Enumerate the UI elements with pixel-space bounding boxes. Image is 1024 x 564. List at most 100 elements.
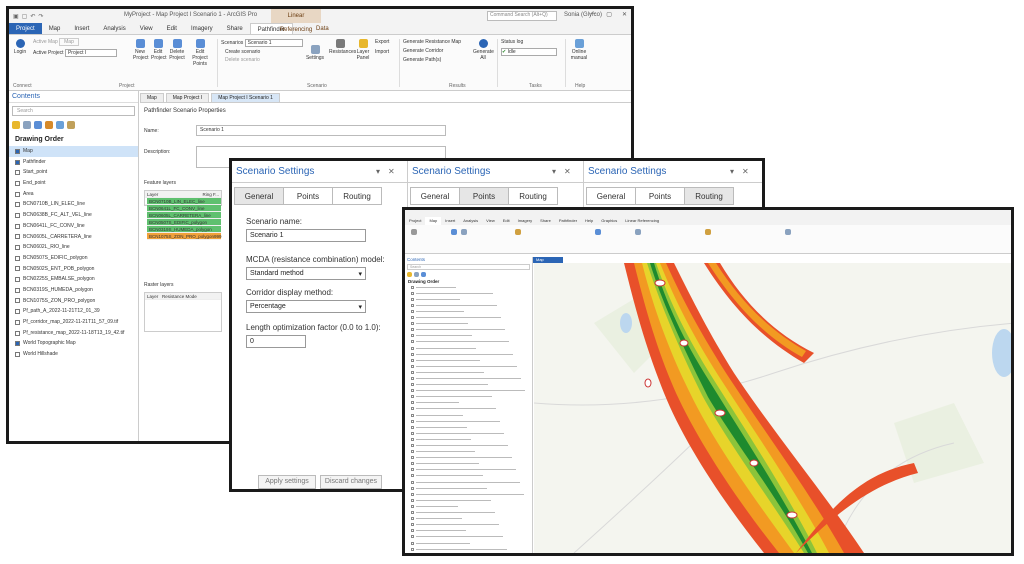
- layer-item[interactable]: BCN0602L_RIO_line: [9, 242, 138, 253]
- tab-general[interactable]: General: [234, 187, 284, 205]
- resistances-button[interactable]: Resistances: [329, 39, 351, 55]
- layer-item[interactable]: BCN0319S_HUMEDA_polygon: [9, 285, 138, 296]
- layer-checkbox[interactable]: [411, 401, 414, 404]
- layer-checkbox[interactable]: [411, 298, 414, 301]
- layer-checkbox[interactable]: [411, 334, 414, 337]
- layer-checkbox[interactable]: [411, 517, 414, 520]
- layer-checkbox[interactable]: [15, 331, 20, 336]
- tab-map[interactable]: Map: [42, 23, 68, 34]
- layer-checkbox[interactable]: [15, 309, 20, 314]
- tab-w3-edit[interactable]: Edit: [499, 217, 514, 225]
- layer-checkbox[interactable]: [15, 160, 20, 165]
- table-row[interactable]: BCN0605L_CARRETERA_line: [147, 212, 221, 219]
- layer-item[interactable]: Pf_path_A_2022-11-21T12_01_39: [9, 306, 138, 317]
- tab-analysis[interactable]: Analysis: [96, 23, 132, 34]
- layer-item[interactable]: BCN0225S_EMBALSE_polygon: [9, 274, 138, 285]
- table-row[interactable]: BCN1075S_ZON_PRO_polygon999: [147, 233, 221, 240]
- tab-general-3[interactable]: General: [586, 187, 636, 205]
- layer-checkbox[interactable]: [411, 389, 414, 392]
- list-item[interactable]: [405, 552, 532, 556]
- edit-icon[interactable]: [45, 121, 53, 129]
- discard-changes-button[interactable]: Discard changes: [320, 475, 382, 489]
- layer-checkbox[interactable]: [411, 414, 414, 417]
- status-select[interactable]: ✔ Idle: [501, 48, 557, 56]
- tab-w3-view[interactable]: View: [482, 217, 499, 225]
- tab-data[interactable]: Data: [309, 23, 336, 34]
- tab-w3-linear-referencing[interactable]: Linear Referencing: [621, 217, 663, 225]
- tab-map-view[interactable]: Map: [140, 93, 164, 102]
- layer-item[interactable]: BCN1075S_ZON_PRO_polygon: [9, 296, 138, 307]
- layer-checkbox[interactable]: [15, 256, 20, 261]
- layer-checkbox[interactable]: [15, 341, 20, 346]
- layer-checkbox[interactable]: [411, 328, 414, 331]
- layer-item[interactable]: BCN0641L_FC_CONV_line: [9, 221, 138, 232]
- data-source-icon[interactable]: [23, 121, 31, 129]
- edit-project-button[interactable]: Edit Project: [151, 39, 165, 61]
- selection-icon[interactable]: [34, 121, 42, 129]
- snapping-icon[interactable]: [56, 121, 64, 129]
- tab-w3-insert[interactable]: Insert: [441, 217, 459, 225]
- delete-scenario-button[interactable]: Delete scenario: [225, 57, 260, 63]
- tab-map-project[interactable]: Map Project I: [166, 93, 209, 102]
- layer-checkbox[interactable]: [411, 499, 414, 502]
- list-item[interactable]: [405, 375, 532, 381]
- layer-checkbox[interactable]: [15, 352, 20, 357]
- layer-checkbox[interactable]: [411, 365, 414, 368]
- active-project-select[interactable]: Project I: [65, 49, 117, 57]
- layer-checkbox[interactable]: [15, 170, 20, 175]
- panel-close-icon[interactable]: ✕: [388, 167, 395, 176]
- online-manual-button[interactable]: Online manual: [569, 39, 589, 61]
- tab-map-project-scenario[interactable]: Map Project I Scenario 1: [211, 93, 280, 102]
- tab-routing[interactable]: Routing: [332, 187, 382, 205]
- labeling-icon[interactable]: [705, 229, 711, 235]
- tab-w3-project[interactable]: Project: [405, 217, 425, 225]
- layer-checkbox[interactable]: [411, 487, 414, 490]
- add-data-icon[interactable]: [515, 229, 521, 235]
- generate-all-button[interactable]: Generate All: [473, 39, 493, 61]
- layer-item[interactable]: End_point: [9, 178, 138, 189]
- generate-resistance-map-button[interactable]: Generate Resistance Map: [403, 39, 461, 45]
- tab-general-2[interactable]: General: [410, 187, 460, 205]
- create-scenario-button[interactable]: Create scenario: [225, 49, 260, 55]
- tab-project[interactable]: Project: [9, 23, 42, 34]
- layer-checkbox[interactable]: [411, 353, 414, 356]
- layer-checkbox[interactable]: [15, 298, 20, 303]
- selection-icon[interactable]: [421, 272, 426, 277]
- tab-share[interactable]: Share: [220, 23, 250, 34]
- maximize-icon[interactable]: ▢: [606, 11, 612, 18]
- layer-checkbox[interactable]: [411, 438, 414, 441]
- layer-checkbox[interactable]: [411, 462, 414, 465]
- tab-points-3[interactable]: Points: [635, 187, 685, 205]
- import-button[interactable]: Import: [375, 49, 389, 55]
- data-source-icon[interactable]: [414, 272, 419, 277]
- layer-item[interactable]: World Hillshade: [9, 349, 138, 360]
- layer-checkbox[interactable]: [411, 535, 414, 538]
- tab-w3-analysis[interactable]: Analysis: [459, 217, 482, 225]
- quick-access-toolbar[interactable]: ▣▢↶↷: [13, 13, 43, 20]
- layer-checkbox[interactable]: [15, 192, 20, 197]
- tab-w3-pathfinder[interactable]: Pathfinder: [555, 217, 581, 225]
- layer-checkbox[interactable]: [15, 288, 20, 293]
- edit-project-points-button[interactable]: Edit Project Points: [189, 39, 211, 67]
- layer-item[interactable]: Pathfinder: [9, 157, 138, 168]
- tab-insert[interactable]: Insert: [67, 23, 96, 34]
- labeling-icon[interactable]: [67, 121, 75, 129]
- layer-checkbox[interactable]: [411, 407, 414, 410]
- tab-w3-share[interactable]: Share: [536, 217, 555, 225]
- layer-checkbox[interactable]: [15, 245, 20, 250]
- layer-checkbox[interactable]: [411, 432, 414, 435]
- pin-icon[interactable]: ▾: [552, 167, 556, 176]
- table-row[interactable]: BCN0319S_HUMEDA_polygon: [147, 226, 221, 233]
- layer-checkbox[interactable]: [411, 377, 414, 380]
- tab-view[interactable]: View: [133, 23, 160, 34]
- tab-points-2[interactable]: Points: [459, 187, 509, 205]
- tab-w3-map[interactable]: Map: [425, 217, 441, 225]
- table-row[interactable]: BCN0710B_LIN_ELEC_line: [147, 198, 221, 205]
- layer-checkbox[interactable]: [411, 456, 414, 459]
- tab-edit[interactable]: Edit: [160, 23, 184, 34]
- layer-checkbox[interactable]: [411, 511, 414, 514]
- layer-checkbox[interactable]: [411, 554, 414, 556]
- layer-checkbox[interactable]: [411, 286, 414, 289]
- layer-item[interactable]: BCN0710B_LIN_ELEC_line: [9, 199, 138, 210]
- layer-item[interactable]: BCN0502S_ENT_POB_polygon: [9, 264, 138, 275]
